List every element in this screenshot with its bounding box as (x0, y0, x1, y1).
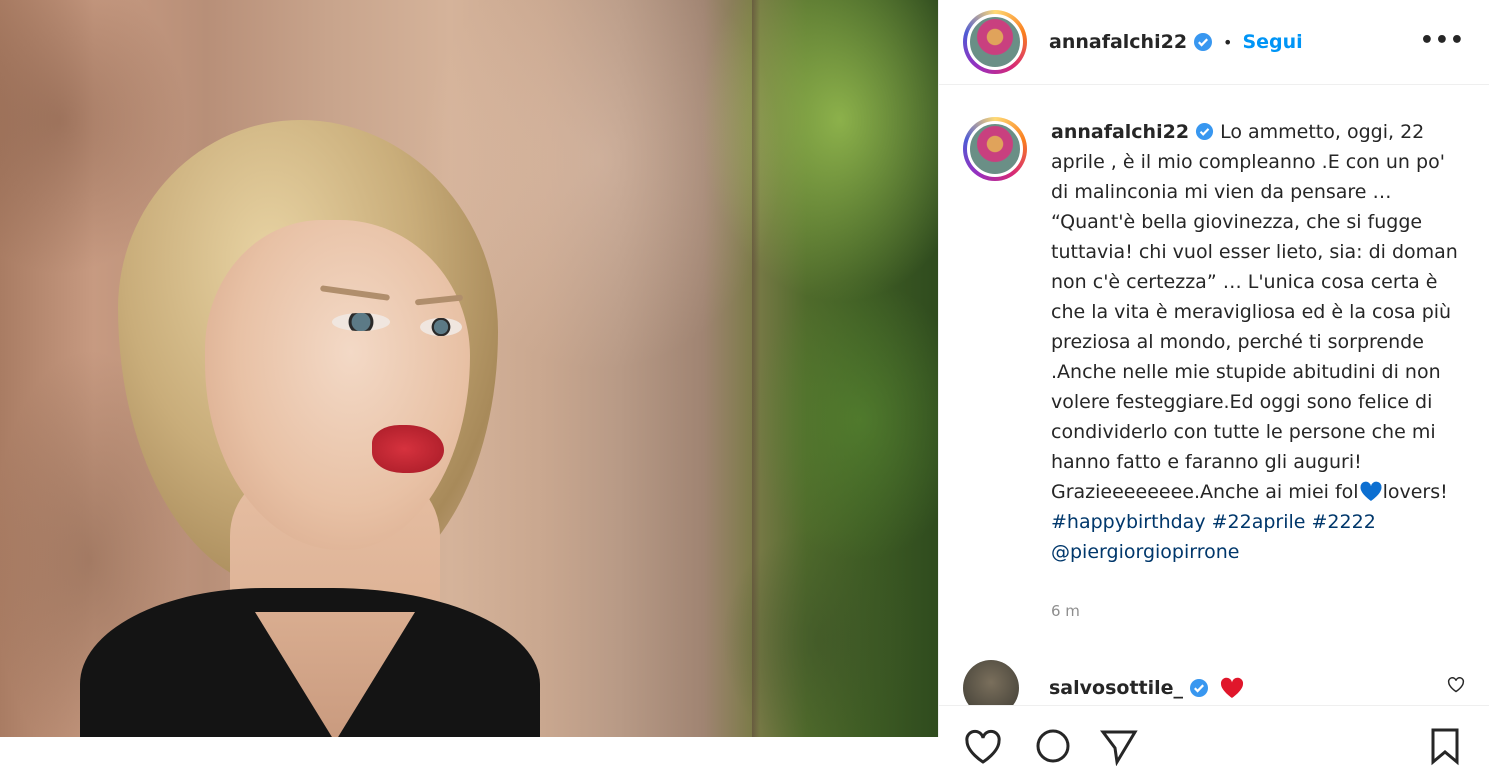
post-photo[interactable] (0, 0, 938, 737)
header-avatar[interactable] (963, 10, 1027, 74)
verified-badge-icon (1190, 679, 1209, 697)
lips (372, 425, 444, 473)
comment-like-icon[interactable] (1447, 677, 1465, 693)
caption-body-end: lovers! (1382, 481, 1448, 503)
follow-button[interactable]: Segui (1242, 31, 1302, 53)
mention-link[interactable]: @piergiorgiopirrone (1051, 541, 1239, 563)
comment-icon[interactable] (1033, 726, 1073, 766)
commenter-username[interactable]: salvosottile_ (1049, 677, 1183, 699)
bookmark-icon[interactable] (1425, 726, 1465, 766)
avatar-image (967, 14, 1023, 70)
verified-badge-icon (1195, 122, 1214, 141)
post-header: annafalchi22 • Segui ••• (939, 0, 1489, 85)
post-timestamp[interactable]: 6 m (1051, 602, 1080, 620)
more-options-icon[interactable]: ••• (1420, 28, 1465, 53)
right-eye (420, 318, 462, 336)
blue-heart-emoji (1360, 481, 1382, 502)
comments-area[interactable]: annafalchi22 Lo ammetto, oggi, 22 aprile… (939, 85, 1489, 705)
post-side-panel: annafalchi22 • Segui ••• annafalchi22 Lo… (938, 0, 1489, 766)
verified-badge-icon (1194, 33, 1213, 51)
header-username[interactable]: annafalchi22 (1049, 31, 1187, 53)
header-separator: • (1223, 32, 1233, 52)
comment-item: salvosottile_ (963, 660, 1463, 705)
wall-edge (752, 0, 760, 737)
caption: annafalchi22 Lo ammetto, oggi, 22 aprile… (963, 117, 1461, 567)
avatar-image (967, 121, 1023, 177)
action-bar (939, 705, 1489, 766)
left-eye (332, 313, 390, 331)
heart-outline-icon[interactable] (963, 726, 1003, 766)
red-heart-emoji (1220, 677, 1244, 698)
caption-text: annafalchi22 Lo ammetto, oggi, 22 aprile… (1051, 117, 1461, 567)
hashtag-link[interactable]: #happybirthday (1051, 511, 1206, 533)
commenter-avatar[interactable] (963, 660, 1019, 705)
caption-avatar[interactable] (963, 117, 1027, 181)
caption-body: Lo ammetto, oggi, 22 aprile , è il mio c… (1051, 121, 1458, 503)
hashtag-link[interactable]: #22aprile (1212, 511, 1306, 533)
send-icon[interactable] (1099, 726, 1139, 766)
caption-username[interactable]: annafalchi22 (1051, 121, 1189, 143)
hashtag-link[interactable]: #2222 (1312, 511, 1376, 533)
instagram-post: annafalchi22 • Segui ••• annafalchi22 Lo… (0, 0, 1489, 766)
